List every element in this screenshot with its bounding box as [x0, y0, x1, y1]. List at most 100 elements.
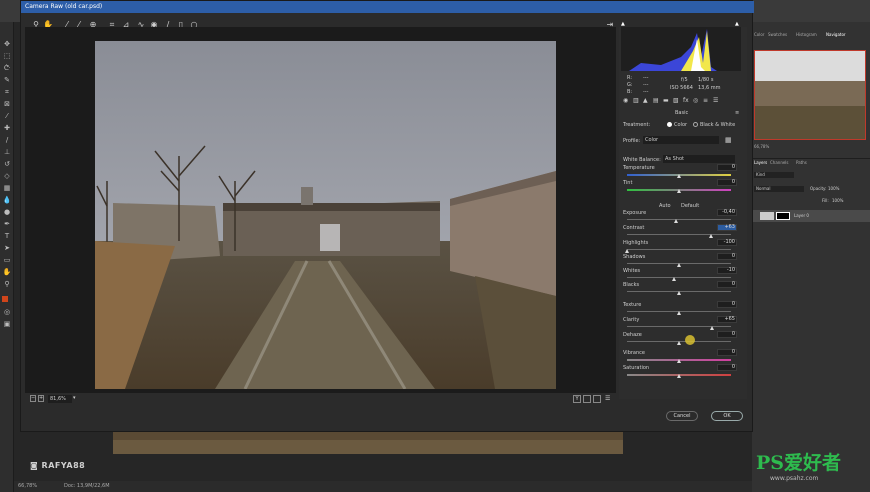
wb-select[interactable]: As Shot [663, 155, 735, 163]
slider-thumb-vibrance[interactable] [677, 359, 681, 363]
color-radio[interactable] [667, 122, 672, 127]
pen-tool-icon[interactable]: ✒ [2, 220, 12, 228]
tab-layers[interactable]: Layers [754, 160, 767, 165]
slider-value-saturation[interactable]: 0 [717, 364, 737, 371]
screen-mode-icon[interactable]: ▣ [2, 320, 12, 328]
fill-value[interactable]: 100% [832, 198, 843, 203]
copy-settings-icon[interactable] [593, 395, 601, 403]
profile-select[interactable]: Color [643, 136, 719, 144]
tab-color[interactable]: Color [754, 32, 764, 37]
slider-value-temperature[interactable]: 0 [717, 164, 737, 171]
slider-thumb-clarity[interactable] [710, 326, 715, 330]
slider-thumb-temperature[interactable] [677, 174, 681, 178]
hsl-tab-icon[interactable]: ▤ [653, 97, 659, 104]
slider-value-highlights[interactable]: -100 [717, 239, 737, 246]
blend-mode-select[interactable]: Normal [754, 186, 804, 192]
tone-curve-tab-icon[interactable]: ▥ [633, 97, 639, 104]
slider-thumb-saturation[interactable] [677, 374, 681, 378]
slider-thumb-tint[interactable] [677, 189, 681, 193]
shadow-clipping-icon[interactable]: ▲ [621, 21, 625, 27]
blur-tool-icon[interactable]: 💧 [2, 196, 12, 204]
slider-value-whites[interactable]: -10 [717, 267, 737, 274]
slider-value-contrast[interactable]: +63 [717, 224, 737, 231]
slider-value-blacks[interactable]: 0 [717, 281, 737, 288]
frame-tool-icon[interactable]: ⊠ [2, 100, 12, 108]
slider-thumb-whites[interactable] [671, 277, 676, 281]
tab-navigator[interactable]: Navigator [826, 32, 846, 37]
toggle-settings-icon[interactable]: ☰ [605, 395, 613, 403]
healing-tool-icon[interactable]: ✚ [2, 124, 12, 132]
slider-value-clarity[interactable]: +65 [717, 316, 737, 323]
quick-select-icon[interactable]: ✎ [2, 76, 12, 84]
tab-paths[interactable]: Paths [796, 160, 807, 165]
zoom-out-button[interactable]: − [30, 395, 36, 402]
effects-tab-icon[interactable]: fx [683, 97, 689, 104]
tab-swatches[interactable]: Swatches [768, 32, 787, 37]
navigator-preview[interactable] [754, 50, 866, 140]
slider-track-contrast[interactable] [627, 234, 731, 235]
slider-thumb-texture[interactable] [677, 311, 681, 315]
default-button[interactable]: Default [681, 203, 699, 209]
crop-tool-icon[interactable]: ⌗ [2, 88, 12, 96]
foreground-color-swatch[interactable] [2, 296, 8, 302]
slider-track-exposure[interactable] [627, 219, 731, 220]
layer-filter-kind[interactable]: Kind [754, 172, 794, 178]
slider-value-vibrance[interactable]: 0 [717, 349, 737, 356]
split-toning-tab-icon[interactable]: ▬ [663, 97, 669, 104]
snapshots-tab-icon[interactable]: ☰ [713, 97, 718, 104]
quick-mask-icon[interactable]: ◎ [2, 308, 12, 316]
brush-tool-icon[interactable]: / [2, 136, 12, 144]
zoom-level-select[interactable]: 81,6% [48, 395, 72, 403]
zoom-in-button[interactable]: + [38, 395, 44, 402]
slider-thumb-shadows[interactable] [677, 263, 681, 267]
slider-thumb-dehaze[interactable] [677, 341, 681, 345]
slider-value-texture[interactable]: 0 [717, 301, 737, 308]
detail-tab-icon[interactable]: ▲ [643, 97, 648, 104]
camera-raw-dialog: Camera Raw (old car.psd) ⚲ ✋ ⁄ ⁄ ⊕ ⌗ ⊿ ∿… [20, 0, 754, 432]
image-preview-area[interactable] [25, 27, 616, 393]
swap-settings-icon[interactable] [583, 395, 591, 403]
slider-thumb-exposure[interactable] [673, 219, 678, 223]
basic-tab-icon[interactable]: ◉ [623, 97, 628, 104]
stamp-tool-icon[interactable]: ⊥ [2, 148, 12, 156]
profile-browser-icon[interactable]: ▦ [725, 135, 735, 145]
marquee-tool-icon[interactable]: ⬚ [2, 52, 12, 60]
chevron-down-icon[interactable]: ▾ [73, 395, 76, 401]
gradient-tool-icon[interactable]: ▦ [2, 184, 12, 192]
tab-histogram[interactable]: Histogram [796, 32, 817, 37]
slider-value-tint[interactable]: 0 [717, 179, 737, 186]
layer-row[interactable]: Layer 0 [752, 210, 870, 222]
zoom-tool-icon[interactable]: ⚲ [2, 280, 12, 288]
eraser-tool-icon[interactable]: ◇ [2, 172, 12, 180]
path-select-icon[interactable]: ➤ [2, 244, 12, 252]
cancel-button[interactable]: Cancel [666, 411, 698, 421]
slider-value-shadows[interactable]: 0 [717, 253, 737, 260]
slider-value-exposure[interactable]: -0,40 [717, 209, 737, 216]
hand-tool-icon[interactable]: ✋ [2, 268, 12, 276]
shape-tool-icon[interactable]: ▭ [2, 256, 12, 264]
panel-menu-icon[interactable]: ≡ [735, 110, 739, 116]
bw-radio[interactable] [693, 122, 698, 127]
slider-track-whites[interactable] [627, 277, 731, 278]
history-brush-icon[interactable]: ↺ [2, 160, 12, 168]
slider-thumb-blacks[interactable] [677, 291, 681, 295]
lens-tab-icon[interactable]: ▧ [673, 97, 679, 104]
ok-button[interactable]: OK [711, 411, 743, 421]
calibration-tab-icon[interactable]: ◎ [693, 97, 698, 104]
slider-thumb-contrast[interactable] [709, 234, 714, 238]
tab-channels[interactable]: Channels [770, 160, 789, 165]
eyedropper-tool-icon[interactable]: ⁄ [2, 112, 12, 120]
slider-thumb-highlights[interactable] [625, 249, 629, 253]
presets-tab-icon[interactable]: ≡ [703, 97, 708, 104]
highlight-clipping-icon[interactable]: ▲ [735, 21, 739, 27]
slider-value-dehaze[interactable]: 0 [717, 331, 737, 338]
move-tool-icon[interactable]: ✥ [2, 40, 12, 48]
lasso-tool-icon[interactable]: ᕩ [2, 64, 12, 72]
type-tool-icon[interactable]: T [2, 232, 12, 240]
dodge-tool-icon[interactable]: ● [2, 208, 12, 216]
before-after-y-icon[interactable]: Y [573, 395, 581, 403]
auto-button[interactable]: Auto [659, 203, 671, 209]
opacity-value[interactable]: 100% [828, 186, 839, 191]
slider-track-highlights[interactable] [627, 249, 731, 250]
slider-track-clarity[interactable] [627, 326, 731, 327]
